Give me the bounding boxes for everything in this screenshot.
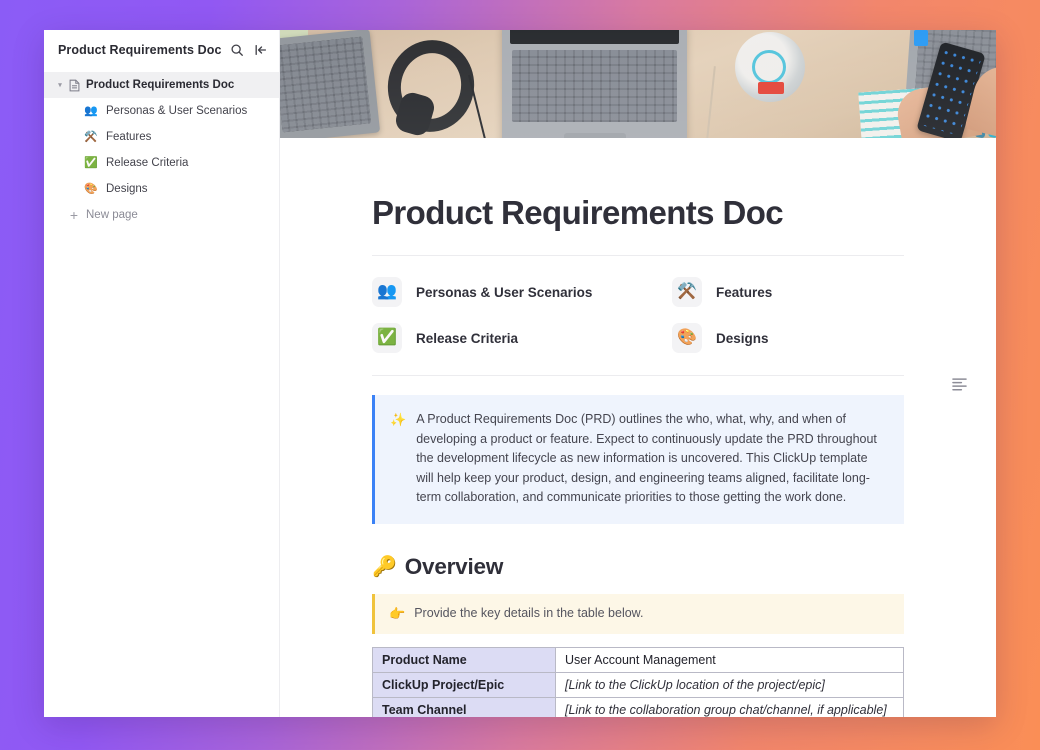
table-of-contents-icon[interactable] bbox=[949, 374, 969, 394]
table-row: ClickUp Project/Epic [Link to the ClickU… bbox=[372, 672, 904, 698]
divider bbox=[372, 255, 904, 256]
overview-table: Product Name User Account Management Cli… bbox=[372, 647, 904, 717]
check-mark-icon: ✅ bbox=[84, 156, 98, 169]
table-cell-key: Product Name bbox=[372, 647, 556, 673]
palette-icon: 🎨 bbox=[84, 182, 98, 195]
collapse-sidebar-icon[interactable] bbox=[252, 41, 270, 59]
overview-hint-callout: 👉 Provide the key details in the table b… bbox=[372, 593, 904, 634]
expand-caret-icon[interactable]: ▾ bbox=[54, 82, 66, 89]
hammer-and-wrench-icon: ⚒️ bbox=[672, 277, 702, 307]
sidebar: Product Requirements Doc ▾ Product Requi… bbox=[44, 30, 280, 717]
sidebar-header: Product Requirements Doc bbox=[44, 30, 279, 70]
table-cell-value[interactable]: [Link to the collaboration group chat/ch… bbox=[555, 697, 904, 717]
sidebar-item-label: Release Criteria bbox=[106, 157, 189, 169]
palette-icon: 🎨 bbox=[672, 323, 702, 353]
doc-cover-image bbox=[280, 30, 996, 138]
hammer-and-wrench-icon: ⚒️ bbox=[84, 130, 98, 143]
page-title: Product Requirements Doc bbox=[372, 194, 784, 231]
sidebar-item-product-requirements-doc[interactable]: ▾ Product Requirements Doc bbox=[44, 72, 279, 98]
people-icon: 👥 bbox=[84, 104, 98, 117]
section-link-release-criteria[interactable]: ✅ Release Criteria bbox=[372, 323, 672, 353]
people-icon: 👥 bbox=[372, 277, 402, 307]
table-row: Product Name User Account Management bbox=[372, 647, 904, 673]
search-icon[interactable] bbox=[228, 41, 246, 59]
sidebar-item-label: Designs bbox=[106, 183, 148, 195]
document-pane: Product Requirements Doc 👥 Personas & Us… bbox=[280, 30, 996, 717]
section-link-label: Release Criteria bbox=[416, 330, 519, 346]
new-page-label: New page bbox=[86, 209, 138, 221]
section-heading-label: Overview bbox=[404, 553, 504, 579]
pointing-hand-icon: 👉 bbox=[389, 605, 406, 621]
table-cell-value[interactable]: User Account Management bbox=[555, 647, 904, 673]
section-link-features[interactable]: ⚒️ Features bbox=[672, 277, 904, 307]
section-link-label: Features bbox=[716, 284, 773, 300]
sidebar-item-designs[interactable]: 🎨 Designs bbox=[44, 176, 279, 202]
document-body: Product Requirements Doc 👥 Personas & Us… bbox=[280, 194, 996, 717]
intro-callout-text: A Product Requirements Doc (PRD) outline… bbox=[416, 412, 877, 504]
sidebar-item-release-criteria[interactable]: ✅ Release Criteria bbox=[44, 150, 279, 176]
section-link-grid: 👥 Personas & User Scenarios ⚒️ Features … bbox=[372, 277, 904, 353]
sidebar-item-features[interactable]: ⚒️ Features bbox=[44, 124, 279, 150]
section-heading-overview: 🔑 Overview bbox=[372, 554, 904, 580]
table-cell-value[interactable]: [Link to the ClickUp location of the pro… bbox=[555, 672, 904, 698]
section-link-label: Designs bbox=[716, 330, 769, 346]
sidebar-item-label: Product Requirements Doc bbox=[86, 79, 235, 91]
table-cell-key: Team Channel bbox=[372, 697, 556, 717]
sidebar-title: Product Requirements Doc bbox=[58, 43, 222, 57]
section-link-personas-user-scenarios[interactable]: 👥 Personas & User Scenarios bbox=[372, 277, 672, 307]
document-icon bbox=[66, 79, 82, 92]
new-page-button[interactable]: + New page bbox=[44, 202, 279, 228]
sparkles-icon: ✨ bbox=[390, 412, 407, 427]
overview-hint-text: Provide the key details in the table bel… bbox=[414, 605, 644, 620]
section-link-designs[interactable]: 🎨 Designs bbox=[672, 323, 904, 353]
sidebar-page-tree: ▾ Product Requirements Doc 👥 Personas & … bbox=[44, 70, 279, 228]
table-cell-key: ClickUp Project/Epic bbox=[372, 672, 556, 698]
intro-callout: ✨ A Product Requirements Doc (PRD) outli… bbox=[372, 395, 904, 524]
divider bbox=[372, 375, 904, 376]
check-mark-icon: ✅ bbox=[372, 323, 402, 353]
sidebar-item-personas-user-scenarios[interactable]: 👥 Personas & User Scenarios bbox=[44, 98, 279, 124]
app-window: Product Requirements Doc ▾ Product Requi… bbox=[44, 30, 996, 717]
key-icon: 🔑 bbox=[372, 556, 397, 578]
section-link-label: Personas & User Scenarios bbox=[416, 284, 593, 300]
table-row: Team Channel [Link to the collaboration … bbox=[372, 697, 904, 717]
sidebar-item-label: Personas & User Scenarios bbox=[106, 105, 248, 117]
sidebar-item-label: Features bbox=[106, 131, 152, 143]
plus-icon: + bbox=[69, 207, 79, 223]
